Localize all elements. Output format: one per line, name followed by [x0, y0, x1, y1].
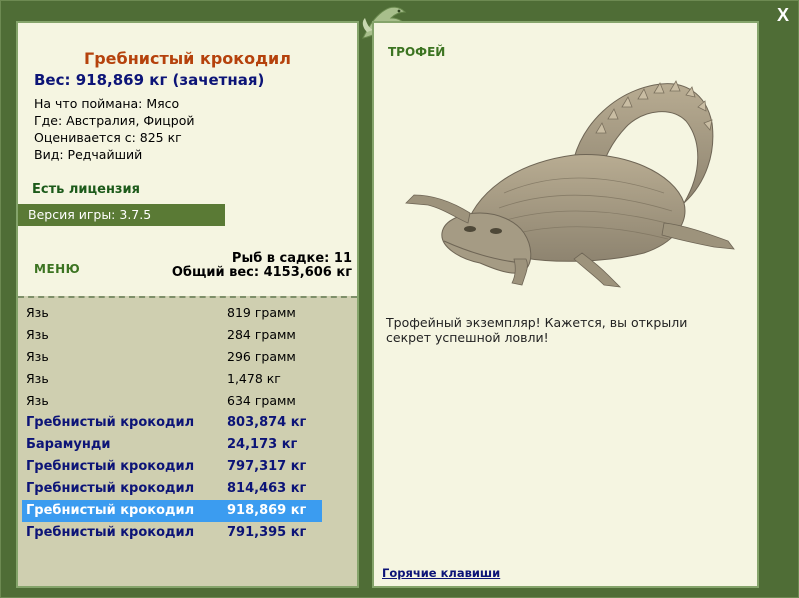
fish-weight: 797,317 кг	[227, 459, 307, 474]
catch-title: Гребнистый крокодил	[84, 49, 291, 68]
detail-rarity: Вид: Редчайший	[34, 147, 143, 162]
fish-list-row[interactable]: Барамунди 24,173 кг	[22, 434, 322, 456]
fish-list-row[interactable]: Язь 1,478 кг	[22, 368, 322, 390]
detail-min-weight: Оценивается с: 825 кг	[34, 130, 182, 145]
fish-list-row[interactable]: Гребнистый крокодил 791,395 кг	[22, 522, 322, 544]
fish-list: Язь 819 грамм Язь 284 грамм Язь 296 грамм Язь 1…	[22, 302, 322, 544]
detail-bait: На что поймана: Мясо	[34, 96, 180, 111]
fish-list-row[interactable]: Гребнистый крокодил 918,869 кг	[22, 500, 322, 522]
fish-list-row[interactable]: Язь 634 грамм	[22, 390, 322, 412]
fish-name: Язь	[26, 371, 49, 386]
catch-details: На что поймана: Мясо Где: Австралия, Фиц…	[34, 95, 195, 163]
fish-list-row[interactable]: Язь 284 грамм	[22, 324, 322, 346]
fish-name: Гребнистый крокодил	[26, 525, 195, 540]
fish-weight: 24,173 кг	[227, 437, 298, 452]
fish-name: Гребнистый крокодил	[26, 415, 195, 430]
fish-list-row[interactable]: Язь 296 грамм	[22, 346, 322, 368]
fish-name: Барамунди	[26, 437, 111, 452]
close-button[interactable]: X	[772, 4, 794, 26]
fish-name: Язь	[26, 327, 49, 342]
catch-info-panel: Гребнистый крокодил Вес: 918,869 кг (зач…	[16, 21, 359, 588]
fish-weight: 634 грамм	[227, 393, 296, 408]
fish-list-row[interactable]: Гребнистый крокодил 803,874 кг	[22, 412, 322, 434]
fish-weight: 284 грамм	[227, 327, 296, 342]
catch-info-box: Гребнистый крокодил Вес: 918,869 кг (зач…	[18, 23, 357, 296]
fish-name: Гребнистый крокодил	[26, 459, 195, 474]
catch-weight: Вес: 918,869 кг (зачетная)	[34, 71, 265, 89]
trophy-panel: ТРОФЕЙ Трофейный экземпляр! Кажется, вы …	[372, 21, 759, 588]
fish-name: Гребнистый крокодил	[26, 503, 195, 518]
fish-name: Язь	[26, 349, 49, 364]
fish-weight: 819 грамм	[227, 305, 296, 320]
fish-name: Язь	[26, 305, 49, 320]
license-status: Есть лицензия	[32, 182, 140, 197]
crocodile-image	[405, 80, 735, 288]
fish-list-row[interactable]: Гребнистый крокодил 814,463 кг	[22, 478, 322, 500]
keepnet-stats: Рыб в садке: 11 Общий вес: 4153,606 кг	[172, 252, 352, 280]
fish-weight: 803,874 кг	[227, 415, 307, 430]
divider	[18, 296, 357, 298]
total-weight: Общий вес: 4153,606 кг	[171, 265, 352, 280]
fish-name: Гребнистый крокодил	[26, 481, 195, 496]
trophy-label: ТРОФЕЙ	[388, 45, 446, 59]
fish-weight: 1,478 кг	[227, 371, 281, 386]
fish-weight: 814,463 кг	[227, 481, 307, 496]
trophy-description: Трофейный экземпляр! Кажется, вы открыли…	[386, 315, 688, 345]
fish-count: Рыб в садке: 11	[231, 251, 352, 266]
fish-weight: 918,869 кг	[227, 503, 307, 518]
detail-location: Где: Австралия, Фицрой	[34, 113, 195, 128]
version-bar: Версия игры: 3.7.5	[18, 204, 225, 226]
hotkeys-link[interactable]: Горячие клавиши	[382, 566, 500, 580]
fish-weight: 296 грамм	[227, 349, 296, 364]
menu-button[interactable]: МЕНЮ	[34, 262, 80, 276]
fish-name: Язь	[26, 393, 49, 408]
fish-list-row[interactable]: Язь 819 грамм	[22, 302, 322, 324]
fish-weight: 791,395 кг	[227, 525, 307, 540]
fish-list-row[interactable]: Гребнистый крокодил 797,317 кг	[22, 456, 322, 478]
